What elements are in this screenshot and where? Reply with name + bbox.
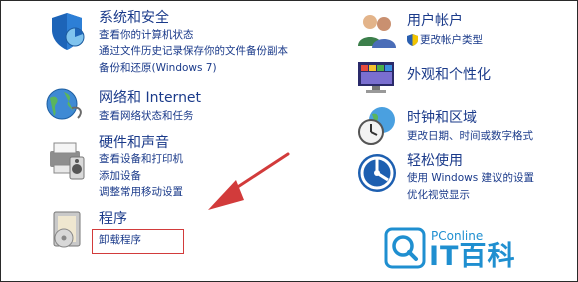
link-change-account-type[interactable]: 更改帐户类型 (420, 34, 483, 46)
clock-region-title[interactable]: 时钟和区域 (407, 110, 477, 126)
printer-speaker-icon (50, 142, 85, 180)
brand-name-cn: IT百科 (429, 241, 516, 272)
link-optimize-display[interactable]: 优化视觉显示 (407, 189, 470, 201)
link-file-history-backup[interactable]: 通过文件历史记录保存你的文件备份副本 (99, 45, 288, 57)
link-recommended-settings[interactable]: 使用 Windows 建议的设置 (407, 172, 534, 184)
hardware-sound-title[interactable]: 硬件和声音 (99, 135, 169, 151)
uac-shield-icon (407, 34, 418, 46)
link-network-status[interactable]: 查看网络状态和任务 (99, 110, 194, 122)
network-title[interactable]: 网络和 Internet (99, 90, 201, 106)
programs-title[interactable]: 程序 (99, 211, 127, 227)
ease-of-access-icon (358, 154, 396, 192)
pconline-logo-icon (384, 227, 426, 269)
programs-icon (53, 211, 81, 248)
clock-globe-icon (358, 107, 395, 145)
link-add-device[interactable]: 添加设备 (99, 170, 141, 182)
system-security-title[interactable]: 系统和安全 (99, 10, 169, 26)
red-arrow-icon (208, 152, 290, 210)
appearance-monitor-icon (358, 62, 394, 93)
appearance-title[interactable]: 外观和个性化 (407, 67, 491, 83)
ease-access-title[interactable]: 轻松使用 (407, 153, 463, 169)
highlight-box (92, 229, 184, 254)
users-icon (358, 15, 396, 48)
user-accounts-title[interactable]: 用户帐户 (407, 13, 463, 29)
globe-network-icon (46, 88, 82, 120)
link-view-computer-status[interactable]: 查看你的计算机状态 (99, 29, 194, 41)
link-backup-restore[interactable]: 备份和还原(Windows 7) (99, 62, 217, 74)
link-date-time-format[interactable]: 更改日期、时间或数字格式 (407, 130, 533, 142)
link-devices-printers[interactable]: 查看设备和打印机 (99, 153, 183, 165)
link-mobility-settings[interactable]: 调整常用移动设置 (99, 186, 183, 198)
shield-icon (52, 13, 85, 50)
